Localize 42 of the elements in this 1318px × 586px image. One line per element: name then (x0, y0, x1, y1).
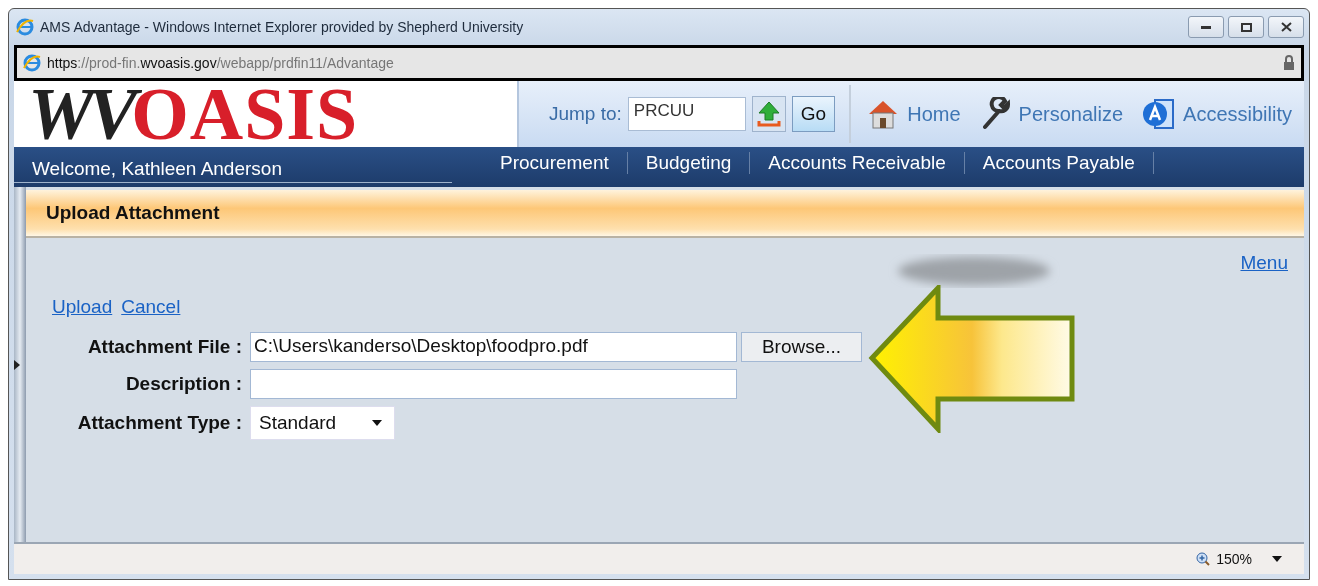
address-bar[interactable]: https://prod-fin.wvoasis.gov/webapp/prdfin11/Advantage (14, 45, 1304, 81)
field-label: Attachment File : (86, 336, 242, 358)
field-label: Attachment Type : (76, 412, 242, 434)
browse-button[interactable]: Browse... (741, 332, 862, 362)
nav-item[interactable]: Procurement (482, 152, 628, 174)
description-field[interactable] (250, 369, 737, 399)
action-link[interactable]: Upload (52, 296, 113, 318)
upload-button[interactable] (751, 96, 786, 132)
zoom-level[interactable]: 150% (1216, 551, 1252, 567)
minimize-icon (1201, 25, 1211, 29)
expand-arrow-icon (14, 359, 20, 370)
welcome-text: Welcome, Kathleen Anderson (14, 157, 452, 183)
caret-icon[interactable] (1272, 556, 1282, 562)
file-path-field[interactable]: C:\Users\kanderso\Desktop\foodpro.pdf (250, 332, 737, 362)
menu-link[interactable]: Menu (1240, 252, 1288, 274)
browser-logo-icon (23, 54, 41, 72)
upload-arrow-icon (756, 101, 781, 127)
jump-label: Jump to: (548, 103, 622, 125)
header-link[interactable]: Home (865, 98, 961, 130)
caret-icon (372, 420, 382, 426)
side-panel-handle[interactable] (14, 187, 26, 542)
minimize-button[interactable] (1188, 16, 1224, 38)
lock-icon (1283, 55, 1295, 71)
go-button[interactable]: Go (791, 96, 836, 132)
url-text: https://prod-fin.wvoasis.gov/webapp/prdfin11/Advantage (47, 55, 395, 71)
maximize-icon (1240, 22, 1252, 32)
type-dropdown[interactable]: Standard (250, 406, 395, 440)
action-link[interactable]: Cancel (121, 296, 181, 318)
maximize-button[interactable] (1228, 16, 1264, 38)
nav-item[interactable]: Budgeting (627, 152, 751, 174)
header-link[interactable]: Personalize (978, 97, 1124, 131)
nav-item[interactable]: Accounts Payable (964, 152, 1154, 174)
close-icon (1280, 22, 1292, 32)
field-label: Description : (124, 373, 242, 395)
jump-field[interactable]: PRCUU (627, 97, 746, 131)
nav-item[interactable]: Accounts Receivable (750, 152, 965, 174)
page-title: Upload Attachment (26, 190, 1304, 238)
close-button[interactable] (1268, 16, 1304, 38)
window-title: AMS Advantage - Windows Internet Explorer provided by Shepherd University (40, 19, 525, 35)
browser-logo-icon (16, 18, 34, 36)
zoom-icon (1196, 552, 1211, 566)
header-link[interactable]: Accessibility (1141, 97, 1292, 131)
